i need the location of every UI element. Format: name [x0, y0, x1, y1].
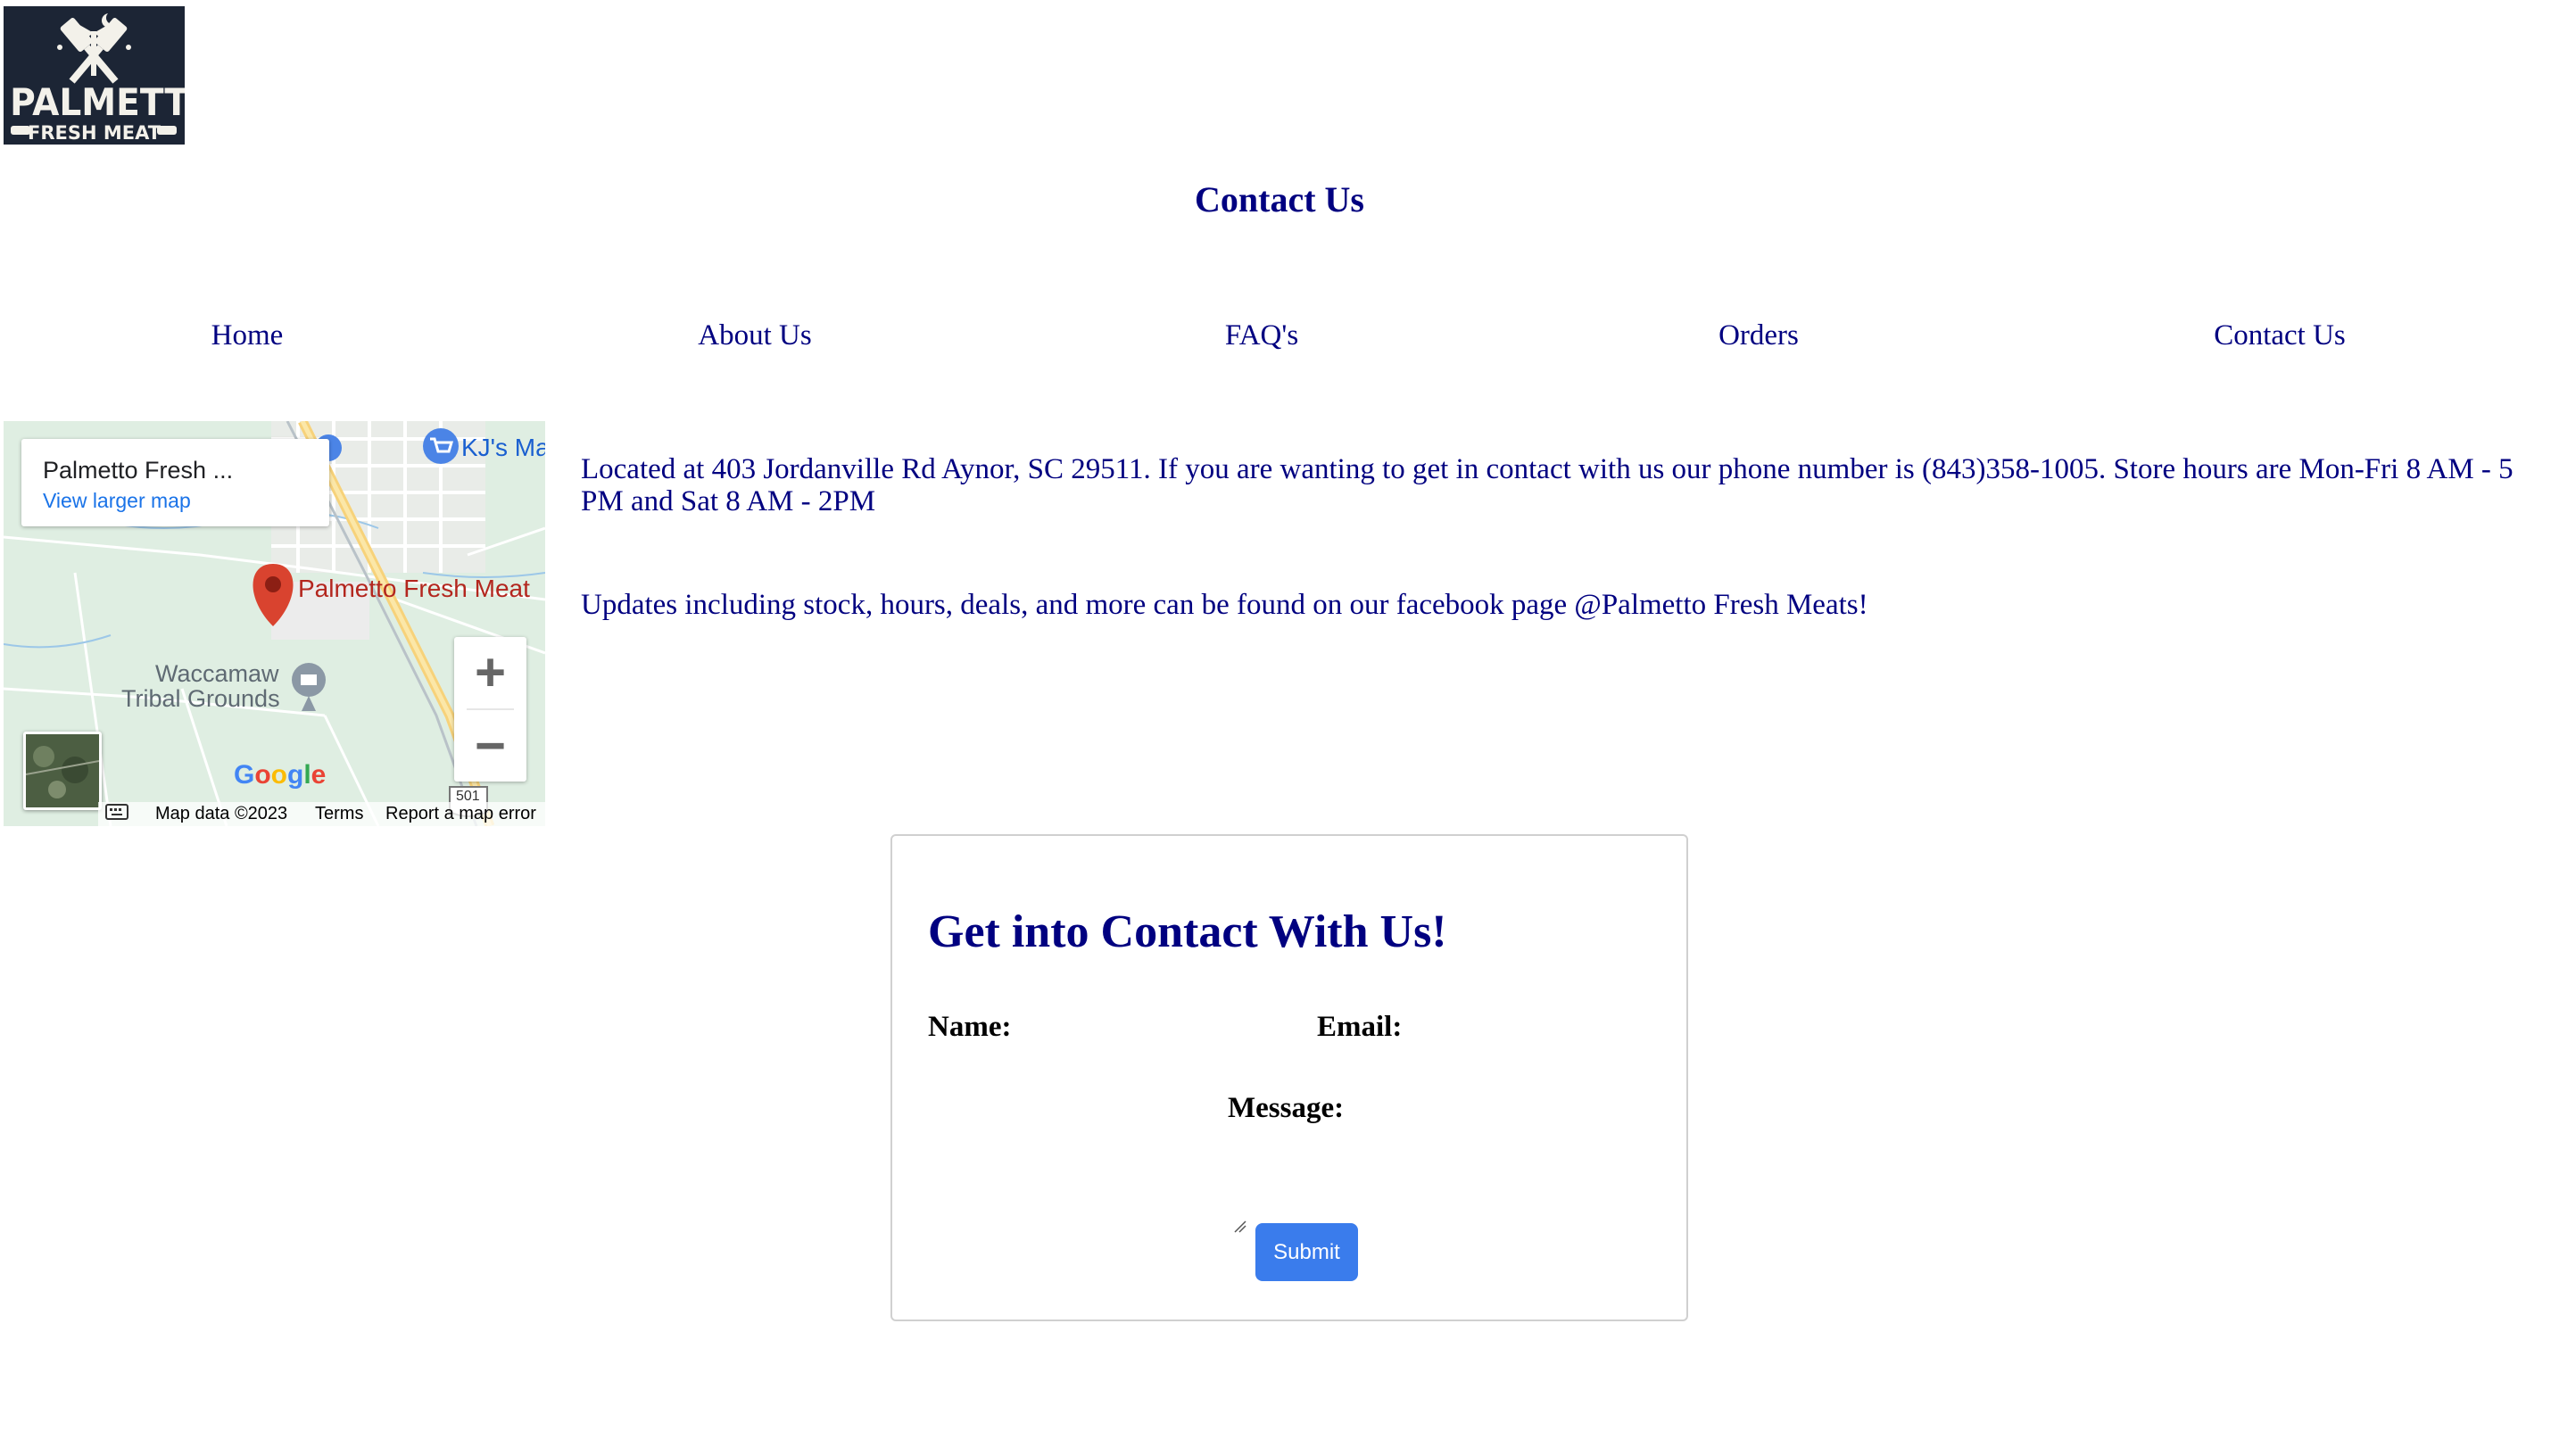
- main-nav: Home About Us FAQ's Orders Contact Us: [0, 319, 2559, 364]
- embedded-map[interactable]: Palmetto Fresh ... View larger map Palme…: [4, 421, 545, 826]
- name-label: Name:: [928, 1011, 1012, 1043]
- logo-subtitle: FRESH MEAT: [27, 122, 161, 144]
- nav-home[interactable]: Home: [211, 319, 284, 352]
- submit-button[interactable]: Submit: [1255, 1223, 1358, 1281]
- google-logo: Google: [234, 760, 327, 790]
- keyboard-icon[interactable]: [105, 804, 128, 825]
- nav-about-us[interactable]: About Us: [698, 319, 811, 352]
- store-info: Located at 403 Jordanville Rd Aynor, SC …: [581, 453, 2526, 621]
- map-terms-link[interactable]: Terms: [315, 804, 363, 824]
- logo-title: PALMETTO: [10, 80, 185, 124]
- updates-paragraph: Updates including stock, hours, deals, a…: [581, 589, 1868, 621]
- nav-faqs[interactable]: FAQ's: [1225, 319, 1298, 352]
- store-label[interactable]: KJ's Ma: [461, 434, 545, 462]
- page-title: Contact Us: [1195, 179, 1364, 219]
- palmetto-logo: PALMETTO FRESH MEAT: [4, 6, 185, 145]
- zoom-out-button[interactable]: −: [454, 710, 526, 782]
- nav-orders[interactable]: Orders: [1718, 319, 1799, 352]
- satellite-thumbnail-icon: [26, 734, 99, 807]
- message-label: Message:: [1228, 1092, 1345, 1124]
- map-footer: Map data ©2023 Terms Report a map error: [98, 802, 545, 826]
- email-label: Email:: [1317, 1011, 1403, 1043]
- landmark-label-line1: Waccamaw: [155, 660, 279, 687]
- message-textarea[interactable]: [1230, 1216, 1247, 1234]
- contact-form: Get into Contact With Us! Name: Email: M…: [890, 834, 1688, 1321]
- pin-label[interactable]: Palmetto Fresh Meat: [298, 575, 530, 603]
- contact-form-heading: Get into Contact With Us!: [928, 906, 1447, 957]
- view-larger-map-link[interactable]: View larger map: [43, 489, 191, 513]
- nav-contact-us[interactable]: Contact Us: [2214, 319, 2346, 352]
- location-paragraph: Located at 403 Jordanville Rd Aynor, SC …: [581, 453, 2513, 517]
- map-data-credit: Map data ©2023: [155, 804, 288, 823]
- place-card: Palmetto Fresh ... View larger map: [21, 439, 329, 526]
- resize-handle-icon[interactable]: [1230, 1216, 1247, 1234]
- report-map-error-link[interactable]: Report a map error: [385, 804, 536, 824]
- satellite-toggle[interactable]: [23, 732, 102, 810]
- place-name: Palmetto Fresh ...: [43, 457, 234, 484]
- zoom-in-button[interactable]: +: [454, 637, 526, 708]
- zoom-control: + −: [454, 637, 526, 782]
- landmark-label-line2: Tribal Grounds: [121, 685, 280, 712]
